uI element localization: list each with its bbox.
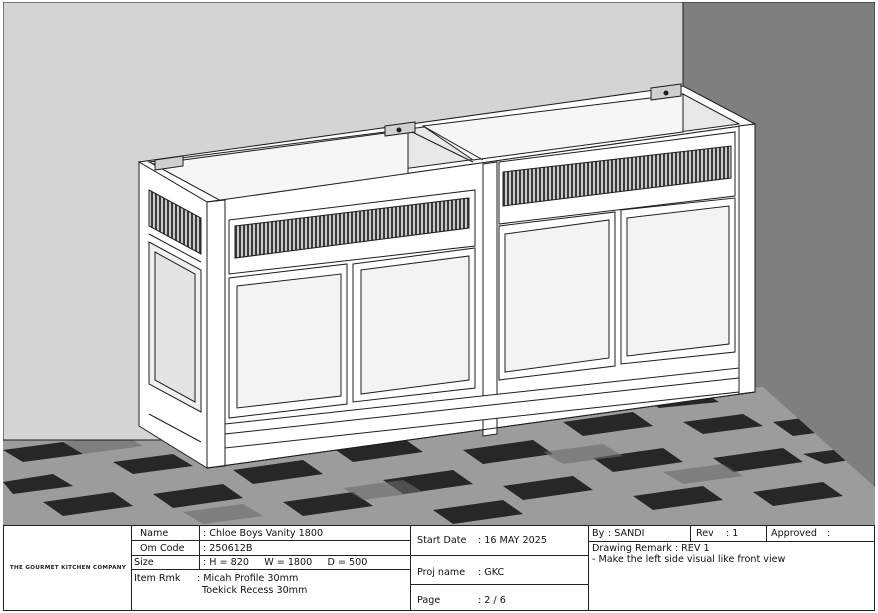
drawing-remark-text: - Make the left side visual like front v… [592,554,786,565]
rev-value: : 1 [726,528,739,539]
start-date-value: : 16 MAY 2025 [478,535,547,546]
approved-value: : [827,528,831,539]
proj-name-label: Proj name [417,567,466,578]
proj-name-value: : GKC [478,567,505,578]
rev-label: Rev [696,528,714,539]
by-label: By [592,528,605,539]
title-block: THE GOURMET KITCHEN COMPANY Name : Chloe… [3,525,875,611]
item-rmk-line2: Toekick Recess 30mm [202,585,308,596]
size-label: Size [134,557,154,568]
start-date-label: Start Date [417,535,467,546]
size-value: : H = 820 W = 1800 D = 500 [203,557,368,568]
approved-label: Approved [771,528,818,539]
company-name: THE GOURMET KITCHEN COMPANY [9,565,127,571]
by-value: : SANDI [608,528,645,539]
company-logo: THE GOURMET KITCHEN COMPANY [4,526,132,610]
cabinet-3d-render [3,2,875,525]
drawing-sheet: THE GOURMET KITCHEN COMPANY Name : Chloe… [0,0,878,613]
name-value: : Chloe Boys Vanity 1800 [203,528,324,539]
om-code-label: Om Code [140,543,185,554]
om-code-value: : 250612B [203,543,253,554]
item-rmk-label: Item Rmk [134,573,181,584]
name-label: Name [140,528,169,539]
page-label: Page [417,595,441,606]
page-value: : 2 / 6 [478,595,506,606]
